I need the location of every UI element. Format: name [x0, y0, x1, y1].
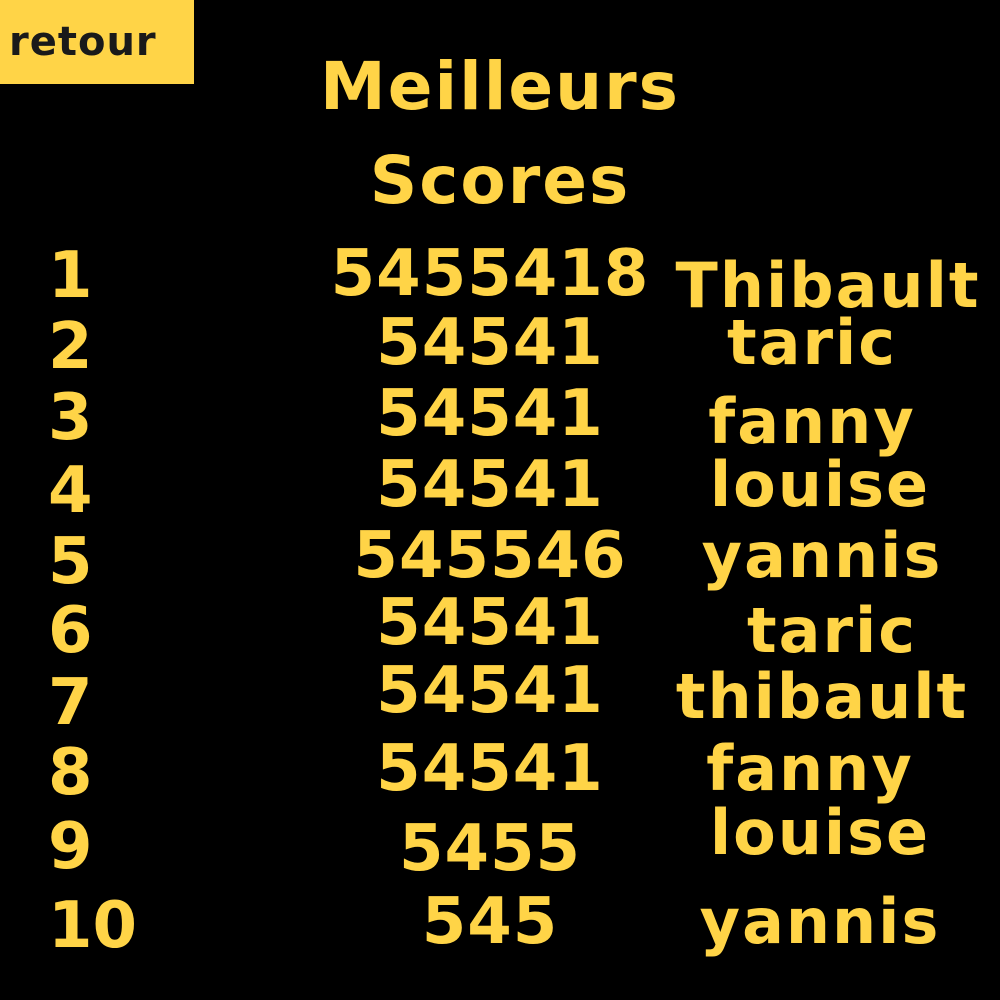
- player-name: taric: [726, 306, 898, 379]
- score-value: 54541: [376, 732, 604, 806]
- leaderboard-row: 3 54541 fanny: [0, 382, 1000, 453]
- score-value: 545546: [353, 519, 627, 593]
- score-value: 5455418: [330, 237, 650, 311]
- player-name: taric: [746, 594, 918, 667]
- score-value: 54541: [376, 586, 604, 660]
- player-name: louise: [709, 796, 931, 869]
- rank-label: 3: [48, 381, 93, 455]
- score-value: 54541: [376, 654, 604, 728]
- leaderboard-row: 2 54541 taric: [0, 311, 1000, 379]
- rank-label: 7: [48, 666, 93, 740]
- rank-label: 6: [48, 594, 93, 668]
- score-value: 545: [421, 885, 559, 959]
- leaderboard: 1 5455418 Thibault 2 54541 taric 3 54541…: [0, 0, 1000, 1000]
- score-value: 5455: [398, 812, 582, 886]
- leaderboard-row: 10 545 yannis: [0, 890, 1000, 958]
- score-value: 54541: [376, 448, 604, 522]
- score-value: 54541: [376, 306, 604, 380]
- player-name: yannis: [701, 519, 943, 592]
- leaderboard-row: 4 54541 louise: [0, 453, 1000, 523]
- rank-label: 9: [48, 810, 93, 884]
- rank-label: 5: [48, 525, 93, 599]
- rank-label: 4: [48, 454, 93, 528]
- rank-label: 1: [48, 239, 93, 313]
- player-name: fanny: [706, 732, 914, 805]
- rank-label: 8: [48, 736, 93, 810]
- leaderboard-row: 6 54541 taric: [0, 591, 1000, 663]
- player-name: yannis: [699, 885, 941, 958]
- leaderboard-row: 9 5455 louise: [0, 802, 1000, 882]
- leaderboard-row: 1 5455418 Thibault: [0, 242, 1000, 317]
- rank-label: 2: [48, 310, 93, 384]
- score-value: 54541: [376, 377, 604, 451]
- player-name: fanny: [708, 385, 916, 458]
- leaderboard-row: 8 54541 fanny: [0, 737, 1000, 805]
- leaderboard-row: 5 545546 yannis: [0, 524, 1000, 594]
- player-name: thibault: [675, 660, 969, 733]
- rank-label: 10: [48, 889, 138, 963]
- leaderboard-row: 7 54541 thibault: [0, 659, 1000, 735]
- player-name: louise: [709, 448, 931, 521]
